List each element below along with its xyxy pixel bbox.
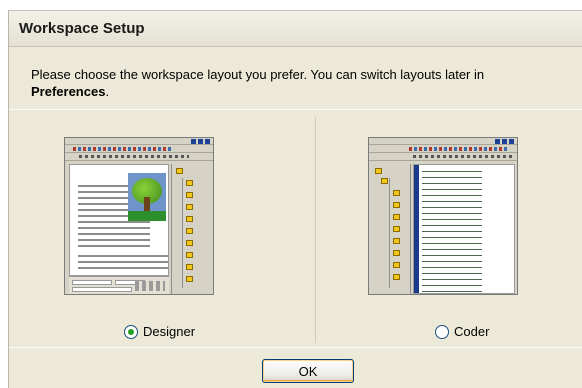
code-editor: [413, 164, 515, 294]
design-canvas: [69, 164, 169, 276]
line-gutter: [414, 165, 419, 293]
text-lines: [78, 251, 168, 271]
bottom-separator: [9, 347, 582, 348]
preferences-label: Preferences: [31, 84, 106, 99]
designer-option[interactable]: Designer: [124, 324, 195, 339]
file-tree-icon: [371, 164, 411, 294]
properties-bar: [69, 276, 169, 294]
toolbar-divider: [65, 152, 213, 153]
intro-text-end: .: [105, 84, 110, 99]
ok-button[interactable]: OK: [262, 359, 354, 383]
coder-label: Coder: [454, 324, 490, 339]
dialog-title: Workspace Setup: [19, 20, 145, 37]
designer-layout-icon[interactable]: [64, 137, 214, 295]
toolbar-divider: [65, 160, 213, 161]
coder-option[interactable]: Coder: [435, 324, 489, 339]
intro-text: Please choose the workspace layout you p…: [31, 66, 571, 100]
intro-text-main: Please choose the workspace layout you p…: [31, 67, 485, 82]
toolbar-divider: [369, 160, 517, 161]
toolbar-icons: [79, 155, 189, 158]
title-bar: Workspace Setup: [9, 11, 582, 47]
designer-radio[interactable]: [124, 324, 138, 339]
code-lines: [422, 168, 482, 292]
toolbar-icons: [413, 155, 513, 158]
top-separator: [9, 109, 582, 110]
workspace-setup-dialog: Workspace Setup Please choose the worksp…: [8, 10, 582, 388]
toolbar-icons: [409, 147, 509, 151]
coder-radio[interactable]: [435, 324, 449, 339]
toolbar-icons: [73, 147, 173, 151]
toolbar-divider: [65, 144, 213, 145]
toolbar-divider: [369, 144, 517, 145]
tree-picture-icon: [128, 173, 166, 221]
toolbar-divider: [369, 152, 517, 153]
vertical-separator: [315, 117, 316, 343]
designer-label: Designer: [143, 324, 196, 339]
file-tree-icon: [171, 164, 211, 294]
coder-layout-icon[interactable]: [368, 137, 518, 295]
